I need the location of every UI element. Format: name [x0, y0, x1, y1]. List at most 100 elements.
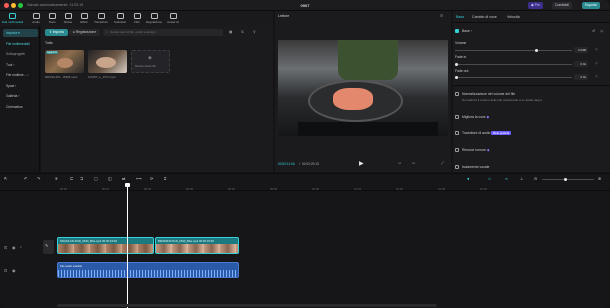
audio-clip[interactable]: File audio estratto	[57, 262, 239, 278]
fade-in-keyframe-icon[interactable]: ◇	[595, 61, 598, 65]
delete-icon[interactable]: ▢	[94, 176, 98, 181]
title-bar: Salvato automaticamente: 11:02:19 0907 ◆…	[0, 0, 610, 11]
media-thumbnail-label: NDC94-FR-...B4b5.mp4	[45, 75, 78, 79]
pro-label: Pro	[534, 3, 540, 7]
audio-translator-checkbox[interactable]	[455, 131, 459, 136]
fade-out-knob[interactable]	[455, 76, 458, 79]
zoom-slider[interactable]	[542, 178, 594, 181]
sidebar-item-media-files[interactable]: File multime... ›	[3, 71, 38, 79]
sidebar-item-label: File multimediali	[6, 42, 30, 46]
filter-icon[interactable]: ⚲	[253, 30, 256, 34]
volume-keyframe-icon[interactable]: ◇	[595, 47, 598, 51]
export-label: Esporta	[585, 3, 597, 7]
volume-knob[interactable]	[535, 49, 538, 52]
sidebar-item-cinematic[interactable]: Cinematica	[3, 103, 38, 111]
crop-icon[interactable]: ⌗	[164, 176, 166, 181]
tab-speed[interactable]: Velocità	[507, 15, 520, 19]
time-ruler[interactable]: 00:00 00:10 00:20 00:30 00:40 00:50 01:0…	[0, 184, 610, 191]
enhance-voice-checkbox[interactable]	[455, 115, 459, 120]
stock-icon: ◈	[148, 55, 152, 61]
volume-slider[interactable]	[455, 49, 572, 52]
vocal-isolation-checkbox[interactable]	[455, 165, 459, 170]
normalize-description: Normalizza il volume delle clip selezion…	[462, 98, 543, 102]
audio-clip-title: File audio estratto	[60, 264, 83, 268]
delete-right-icon[interactable]: ⊐	[80, 176, 84, 181]
select-tool-icon[interactable]: ⇱	[4, 176, 8, 181]
audio-track-mute-icon[interactable]: ◉	[12, 268, 15, 273]
app-window: Salvato automaticamente: 11:02:19 0907 ◆…	[0, 0, 610, 308]
zoom-in-icon[interactable]: ⊕	[598, 176, 602, 181]
link-icon[interactable]: ∞	[505, 176, 508, 181]
sort-icon[interactable]: ⇅	[241, 30, 244, 34]
fade-out-slider[interactable]	[455, 76, 572, 79]
noise-removal-checkbox[interactable]	[455, 148, 459, 153]
sidebar-item-gallery[interactable]: Galleria ›	[3, 92, 38, 100]
media-thumbnail[interactable]	[88, 50, 127, 73]
track-visibility-icon[interactable]: ◉	[12, 245, 15, 250]
clip-filmstrip	[156, 244, 238, 253]
audio-track-lock-icon[interactable]: ⊡	[4, 268, 7, 273]
normalize-checkbox[interactable]	[455, 92, 459, 97]
magnet-icon[interactable]: ⊂	[488, 176, 492, 181]
fade-in-knob[interactable]	[455, 63, 458, 66]
playhead[interactable]	[127, 184, 128, 308]
sidebar-item-files[interactable]: File multimediali	[3, 40, 38, 48]
playhead-handle[interactable]	[125, 183, 130, 187]
timeline-scrollbar[interactable]	[57, 304, 437, 307]
fade-out-keyframe-icon[interactable]: ◇	[595, 74, 598, 78]
tool-media[interactable]: Dati multimediali	[2, 12, 23, 25]
undo-icon[interactable]: ↶	[24, 176, 28, 181]
cover-button[interactable]: ✎	[43, 240, 54, 254]
mirror-icon[interactable]: ⟷	[136, 176, 142, 181]
vocal-isolation-label: Isolamento vocale	[462, 165, 490, 169]
sidebar-item-import[interactable]: Importa ▾	[3, 29, 38, 37]
tool-transitions[interactable]: Transizioni	[91, 12, 111, 25]
sidebar-item-spaces[interactable]: Spazi ›	[3, 82, 38, 90]
player-panel: Lettore ☰ 00:00:11:06 / 00:00:29:15 ▶ ▭ …	[275, 11, 451, 172]
tool-avatar-ai[interactable]: Avatar AI	[163, 12, 183, 25]
pro-button[interactable]: ◆ Pro	[528, 2, 543, 9]
video-clip[interactable]: BMZ94FR-PGD_0540_Bba.mp4 00:00:15:00	[155, 237, 239, 254]
fade-out-value[interactable]: 0.0s	[574, 74, 588, 80]
base-checkbox[interactable]	[455, 29, 459, 34]
time-separator: /	[299, 162, 300, 166]
search-icon: ⌕	[106, 30, 108, 34]
delete-left-icon[interactable]: ⊏	[70, 176, 74, 181]
zoom-knob[interactable]	[564, 178, 567, 181]
keyframe-icon[interactable]: ◇	[600, 27, 603, 35]
tab-voice-change[interactable]: Cambio di voce	[472, 15, 497, 19]
player-menu-icon[interactable]: ☰	[440, 14, 443, 18]
tool-adjust[interactable]: Regolazione	[144, 12, 164, 25]
play-icon[interactable]: ▶	[359, 160, 364, 167]
fullscreen-icon[interactable]: ⤢	[441, 161, 444, 165]
tab-base[interactable]: Base	[456, 15, 464, 19]
record-button[interactable]: ● Registrazione	[69, 29, 101, 36]
track-lock-icon[interactable]: ⊡	[4, 245, 7, 250]
ruler-tick: 01:20	[396, 187, 403, 191]
zoom-out-icon[interactable]: ⊖	[534, 176, 538, 181]
media-thumbnail[interactable]: Aggiunto	[45, 50, 84, 73]
quality-icon[interactable]: ▭	[412, 161, 415, 165]
preview-axis-icon[interactable]: ⊥	[520, 176, 524, 181]
stock-thumbnail[interactable]: ◈ Mostra stock HD	[131, 50, 170, 73]
noise-removal-row: Rimuovi rumore ◆	[455, 146, 605, 154]
mic-icon[interactable]: ●	[467, 176, 470, 181]
grid-view-icon[interactable]: ▦	[229, 30, 232, 34]
sidebar-item-subprojects[interactable]: Sottoprogetti	[3, 50, 38, 58]
freeze-icon[interactable]: ◫	[108, 176, 112, 181]
reverse-icon[interactable]: ⇄	[122, 176, 126, 181]
rotate-icon[interactable]: ⟳	[150, 176, 154, 181]
sidebar-item-yours[interactable]: Tuoi ›	[3, 61, 38, 69]
track-audio-icon[interactable]: ♪	[20, 245, 22, 249]
import-button[interactable]: ⇪ Importa	[45, 29, 68, 36]
split-icon[interactable]: ⊪	[55, 176, 59, 181]
video-clip[interactable]: NDC94-FR-PGD_0540_Bba.mp4 00:00:15:00	[57, 237, 154, 254]
ratio-icon[interactable]: ▭	[398, 161, 401, 165]
redo-icon[interactable]: ↷	[37, 176, 41, 181]
reset-icon[interactable]: ↺	[592, 27, 595, 35]
share-button[interactable]: Condividi	[552, 2, 572, 9]
search-input[interactable]: Cerca nomi di file, colori e design	[103, 29, 223, 36]
export-button[interactable]: Esporta	[582, 2, 600, 9]
video-preview[interactable]	[278, 40, 448, 136]
fade-in-slider[interactable]	[455, 63, 572, 66]
